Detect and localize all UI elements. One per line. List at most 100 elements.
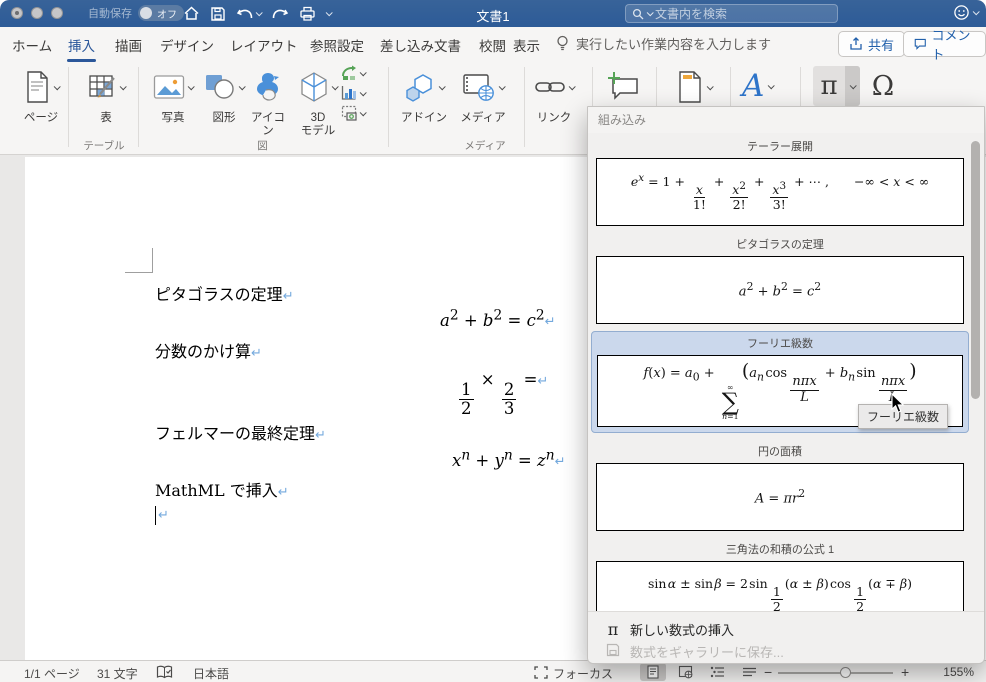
feedback-smiley-icon[interactable] (953, 4, 970, 21)
tab-draw[interactable]: 描画 (115, 35, 142, 55)
symbol-button[interactable]: Ω (864, 66, 902, 106)
shapes-chevron-icon (238, 82, 246, 90)
group-label-table: テーブル (83, 140, 125, 152)
addins-button[interactable]: アドイン (396, 67, 452, 125)
3d-models-label-line1: 3D (310, 112, 326, 124)
gallery-list: テーラー展開 ex = 1 + x 1! + x2 2! + x3 3! + ⋯ , … (588, 133, 984, 611)
tell-me-box[interactable]: 実行したい作業内容を入力します (556, 34, 771, 53)
tab-mailings[interactable]: 差し込み文書 (380, 35, 461, 55)
search-input[interactable] (655, 6, 831, 21)
pages-button[interactable]: ページ (14, 67, 68, 125)
cube-3d-icon (301, 72, 327, 102)
focus-mode-icon[interactable] (534, 666, 548, 682)
smartart-chevron-icon (359, 68, 367, 76)
paragraph-mark: ↵ (282, 289, 294, 304)
char-count[interactable]: 31 文字 (97, 665, 138, 682)
gallery-header: 組み込み (588, 107, 984, 133)
titlebar: 自動保存 オフ 文書1 (0, 0, 986, 27)
media-button[interactable]: メディア (455, 67, 511, 125)
doc-equation-pythagoras[interactable]: a2 + b2 = c2↵ (440, 307, 555, 330)
zoom-level[interactable]: 155% (943, 665, 974, 679)
icons-label: アイコン (251, 112, 285, 138)
menu-insert-new-equation[interactable]: π 新しい数式の挿入 (604, 618, 984, 640)
doc-heading-mathml: MathML で挿入↵ (155, 481, 289, 500)
icons-button[interactable]: アイコン (246, 67, 290, 138)
zoom-slider-track[interactable] (778, 672, 893, 674)
comments-button[interactable]: コメント (903, 28, 986, 62)
menu-save-to-gallery: 数式をギャラリーに保存... (604, 640, 984, 662)
ribbon-divider (524, 67, 525, 147)
outline-icon (710, 666, 724, 678)
addins-label: アドイン (401, 112, 447, 124)
mouse-cursor (891, 392, 906, 419)
gallery-scrollbar-thumb[interactable] (971, 141, 980, 399)
equation-dropdown-button[interactable] (845, 66, 860, 106)
tab-references[interactable]: 参照設定 (310, 35, 364, 55)
tab-home[interactable]: ホーム (12, 35, 52, 55)
page-icon (27, 71, 48, 103)
page-indicator[interactable]: 1/1 ページ (24, 665, 80, 682)
3d-models-button[interactable]: 3D モデル (292, 67, 344, 138)
doc-equation-fraction[interactable]: 12 × 23 =↵ (457, 370, 548, 419)
pages-chevron-icon (53, 82, 61, 90)
zoom-in-button[interactable]: + (901, 664, 909, 680)
comment-icon (914, 38, 926, 50)
view-draft-button[interactable] (736, 663, 762, 681)
links-button[interactable]: リンク (528, 67, 580, 125)
search-scope-chevron-icon[interactable] (646, 9, 654, 17)
view-print-layout-button[interactable] (640, 663, 666, 681)
search-icon (632, 8, 644, 19)
tab-insert[interactable]: 挿入 (67, 35, 96, 62)
gallery-scrollbar[interactable] (971, 137, 981, 607)
tab-review[interactable]: 校閲 (479, 35, 506, 55)
equation-gallery-dropdown: 組み込み テーラー展開 ex = 1 + x 1! + x2 2! + x3 3! +… (587, 106, 985, 664)
share-button[interactable]: 共有 (838, 31, 906, 57)
tell-me-label: 実行したい作業内容を入力します (576, 37, 772, 52)
header-footer-button[interactable] (668, 67, 720, 107)
equation-button[interactable]: π (813, 66, 860, 106)
doc-heading-fraction: 分数のかけ算↵ (155, 342, 262, 361)
gallery-item-circle-area[interactable]: 円の面積 A = πr2 (596, 440, 964, 538)
screenshot-chevron-icon (359, 108, 367, 116)
proofing-book-icon[interactable] (156, 665, 173, 682)
table-label: 表 (100, 112, 112, 124)
3d-models-label-line2: モデル (300, 125, 336, 138)
focus-mode-label[interactable]: フォーカス (553, 665, 613, 682)
wordart-button[interactable]: A (742, 66, 776, 106)
links-label: リンク (536, 112, 572, 124)
shapes-label: 図形 (212, 112, 236, 124)
tab-view[interactable]: 表示 (513, 35, 540, 55)
wordart-chevron-icon (768, 81, 776, 89)
duck-icon (257, 73, 279, 101)
gallery-item-pythagoras[interactable]: ピタゴラスの定理 a2 + b2 = c2 (596, 233, 964, 331)
doc-equation-fermat[interactable]: xn + yn = zn↵ (452, 447, 565, 470)
tab-layout[interactable]: レイアウト (230, 35, 298, 55)
comments-label: コメント (931, 28, 971, 62)
gallery-item-taylor[interactable]: テーラー展開 ex = 1 + x 1! + x2 2! + x3 3! + ⋯ , … (596, 135, 964, 233)
view-outline-button[interactable] (704, 663, 730, 681)
print-layout-icon (647, 665, 659, 679)
equation-pi-icon[interactable]: π (813, 66, 845, 106)
document-title: 文書1 (476, 9, 510, 24)
shapes-button[interactable]: 図形 (198, 67, 250, 125)
tab-design[interactable]: デザイン (160, 35, 214, 55)
word-window: 自動保存 オフ 文書1 文書内を検索 ホーム 挿入 描画 デザイン レイアウト … (0, 0, 986, 682)
screenshot-button[interactable] (341, 105, 367, 121)
table-button[interactable]: 表 (80, 67, 132, 125)
ribbon-divider (68, 67, 69, 147)
language-indicator[interactable]: 日本語 (193, 665, 229, 682)
search-field[interactable] (625, 4, 838, 23)
zoom-slider-thumb[interactable] (840, 667, 851, 678)
chart-button[interactable] (341, 85, 367, 101)
new-comment-button[interactable] (600, 67, 646, 107)
doc-heading-pythagoras: ピタゴラスの定理↵ (155, 285, 294, 304)
pictures-button[interactable]: 写真 (146, 67, 200, 125)
zoom-out-button[interactable]: − (764, 664, 772, 680)
view-web-layout-button[interactable] (672, 663, 698, 681)
gallery-footer: π 新しい数式の挿入 数式をギャラリーに保存... (588, 611, 984, 663)
wordart-a-icon: A (742, 68, 765, 104)
picture-icon (153, 75, 185, 99)
paragraph-mark: ↵ (544, 314, 556, 330)
gallery-item-trig-sum[interactable]: 三角法の和積の公式 1 sin α ± sin β = 2 sin 1 2 (α ±… (596, 538, 964, 611)
smartart-button[interactable] (341, 65, 367, 81)
